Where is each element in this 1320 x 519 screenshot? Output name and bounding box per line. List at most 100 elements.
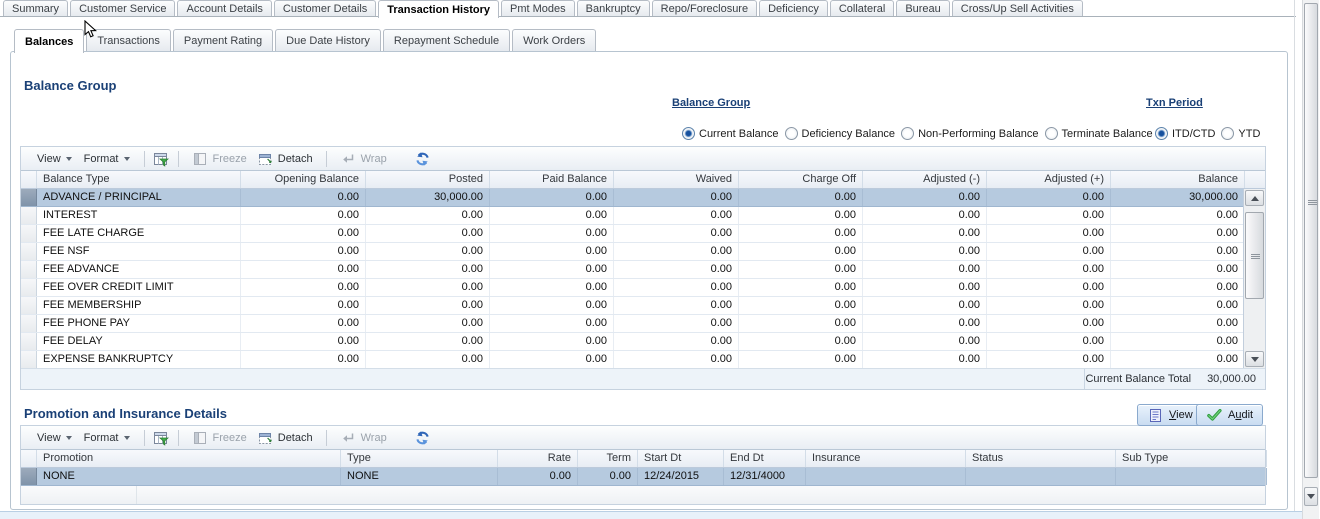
page-scrollbar[interactable] xyxy=(1302,0,1319,519)
top-tab-summary[interactable]: Summary xyxy=(3,0,68,16)
column-header-balance-type[interactable]: Balance Type xyxy=(37,171,241,188)
column-header-type[interactable]: Type xyxy=(341,450,498,467)
balance-row[interactable]: FEE LATE CHARGE0.000.000.000.000.000.000… xyxy=(21,225,1265,243)
column-header-insurance[interactable]: Insurance xyxy=(806,450,966,467)
top-tab-pmt-modes[interactable]: Pmt Modes xyxy=(501,0,575,16)
row-selector[interactable] xyxy=(21,351,37,368)
wrap-button[interactable]: Wrap xyxy=(335,428,392,448)
view-menu[interactable]: View xyxy=(31,430,78,446)
sub-tab-due-date-history[interactable]: Due Date History xyxy=(275,29,381,51)
balance-row[interactable]: FEE MEMBERSHIP0.000.000.000.000.000.000.… xyxy=(21,297,1265,315)
radio-non-performing-balance[interactable]: Non-Performing Balance xyxy=(901,127,1038,140)
top-tab-bankruptcy[interactable]: Bankruptcy xyxy=(577,0,650,16)
balance-row[interactable]: INTEREST0.000.000.000.000.000.000.000.00 xyxy=(21,207,1265,225)
export-to-excel-icon[interactable] xyxy=(153,430,170,446)
scroll-up-button[interactable] xyxy=(1245,190,1264,206)
footer-strip xyxy=(0,511,1302,519)
radio-icon xyxy=(682,127,695,140)
row-selector[interactable] xyxy=(21,333,37,350)
page-scroll-down-button[interactable] xyxy=(1304,487,1318,506)
row-selector[interactable] xyxy=(21,207,37,224)
column-header-balance[interactable]: Balance xyxy=(1111,171,1245,188)
row-selector[interactable] xyxy=(21,315,37,332)
column-header-start-dt[interactable]: Start Dt xyxy=(638,450,724,467)
cell-adjusted: 0.00 xyxy=(987,297,1111,314)
balances-toolbar: ViewFormat FreezeDetach Wrap xyxy=(21,147,1265,171)
sub-tab-balances[interactable]: Balances xyxy=(14,29,84,53)
sub-tab-repayment-schedule[interactable]: Repayment Schedule xyxy=(383,29,510,51)
freeze-button[interactable]: Freeze xyxy=(187,149,252,169)
balances-table-scrollbar[interactable] xyxy=(1243,189,1265,368)
sub-tab-transactions[interactable]: Transactions xyxy=(86,29,171,51)
detach-button[interactable]: Detach xyxy=(252,149,318,169)
column-header-waived[interactable]: Waived xyxy=(614,171,739,188)
top-tab-collateral[interactable]: Collateral xyxy=(830,0,894,16)
refresh-icon[interactable] xyxy=(414,151,431,167)
view-menu[interactable]: View xyxy=(31,151,78,167)
sub-tab-payment-rating[interactable]: Payment Rating xyxy=(173,29,273,51)
page-scrollbar-thumb[interactable] xyxy=(1304,3,1318,478)
column-header-paid-balance[interactable]: Paid Balance xyxy=(490,171,614,188)
cell-adjusted: 0.00 xyxy=(987,279,1111,296)
column-header-charge-off[interactable]: Charge Off xyxy=(739,171,863,188)
row-selector[interactable] xyxy=(21,189,37,206)
freeze-button[interactable]: Freeze xyxy=(187,428,252,448)
balance-row[interactable]: FEE NSF0.000.000.000.000.000.000.000.00 xyxy=(21,243,1265,261)
row-selector[interactable] xyxy=(21,468,37,485)
cell-adjusted: 0.00 xyxy=(863,225,987,242)
radio-deficiency-balance[interactable]: Deficiency Balance xyxy=(785,127,896,140)
column-header-promotion[interactable]: Promotion xyxy=(37,450,341,467)
divider xyxy=(1084,369,1085,389)
audit-button[interactable]: Audit xyxy=(1196,404,1263,426)
top-tab-cross-up-sell-activities[interactable]: Cross/Up Sell Activities xyxy=(952,0,1083,16)
balance-row[interactable]: EXPENSE BANKRUPTCY0.000.000.000.000.000.… xyxy=(21,351,1265,368)
row-selector[interactable] xyxy=(21,297,37,314)
wrap-button[interactable]: Wrap xyxy=(335,149,392,169)
radio-terminate-balance[interactable]: Terminate Balance xyxy=(1045,127,1153,140)
export-to-excel-icon[interactable] xyxy=(153,151,170,167)
row-selector[interactable] xyxy=(21,261,37,278)
balance-row[interactable]: FEE ADVANCE0.000.000.000.000.000.000.000… xyxy=(21,261,1265,279)
radio-itd-ctd[interactable]: ITD/CTD xyxy=(1155,127,1215,140)
wrap-button-icon xyxy=(340,151,357,167)
format-menu[interactable]: Format xyxy=(78,430,136,446)
balance-row[interactable]: FEE OVER CREDIT LIMIT0.000.000.000.000.0… xyxy=(21,279,1265,297)
column-header-end-dt[interactable]: End Dt xyxy=(724,450,806,467)
row-selector[interactable] xyxy=(21,225,37,242)
row-selector[interactable] xyxy=(21,279,37,296)
column-header-adjusted[interactable]: Adjusted (+) xyxy=(987,171,1111,188)
top-tab-customer-details[interactable]: Customer Details xyxy=(274,0,376,16)
balance-row[interactable]: FEE PHONE PAY0.000.000.000.000.000.000.0… xyxy=(21,315,1265,333)
column-header-opening-balance[interactable]: Opening Balance xyxy=(241,171,366,188)
top-tab-deficiency[interactable]: Deficiency xyxy=(759,0,828,16)
promotion-table-header: PromotionTypeRateTermStart DtEnd DtInsur… xyxy=(21,450,1265,468)
column-header-rate[interactable]: Rate xyxy=(498,450,578,467)
column-header-posted[interactable]: Posted xyxy=(366,171,490,188)
balance-row[interactable]: FEE DELAY0.000.000.000.000.000.000.000.0… xyxy=(21,333,1265,351)
cell-waived: 0.00 xyxy=(614,189,739,206)
row-selector[interactable] xyxy=(21,243,37,260)
column-header-adjusted[interactable]: Adjusted (-) xyxy=(863,171,987,188)
balance-row[interactable]: ADVANCE / PRINCIPAL0.0030,000.000.000.00… xyxy=(21,189,1265,207)
detach-button[interactable]: Detach xyxy=(252,428,318,448)
view-button[interactable]: View xyxy=(1137,404,1203,426)
promotion-row[interactable]: NONENONE0.000.0012/24/201512/31/4000 xyxy=(21,468,1265,486)
top-tab-repo-foreclosure[interactable]: Repo/Foreclosure xyxy=(652,0,757,16)
cell-opening-balance: 0.00 xyxy=(241,207,366,224)
cell-opening-balance: 0.00 xyxy=(241,297,366,314)
column-header-term[interactable]: Term xyxy=(578,450,638,467)
radio-ytd[interactable]: YTD xyxy=(1221,127,1260,140)
format-menu[interactable]: Format xyxy=(78,151,136,167)
top-tab-transaction-history[interactable]: Transaction History xyxy=(378,0,499,18)
sub-tab-work-orders[interactable]: Work Orders xyxy=(512,29,596,51)
scroll-down-button[interactable] xyxy=(1245,351,1264,367)
radio-current-balance[interactable]: Current Balance xyxy=(682,127,779,140)
top-tab-customer-service[interactable]: Customer Service xyxy=(70,0,175,16)
column-header-status[interactable]: Status xyxy=(966,450,1116,467)
top-tab-account-details[interactable]: Account Details xyxy=(177,0,271,16)
top-tab-bureau[interactable]: Bureau xyxy=(896,0,949,16)
refresh-icon[interactable] xyxy=(414,430,431,446)
column-header-sub-type[interactable]: Sub Type xyxy=(1116,450,1267,467)
scrollbar-thumb[interactable] xyxy=(1245,212,1264,299)
cell-balance-type: FEE PHONE PAY xyxy=(37,315,241,332)
